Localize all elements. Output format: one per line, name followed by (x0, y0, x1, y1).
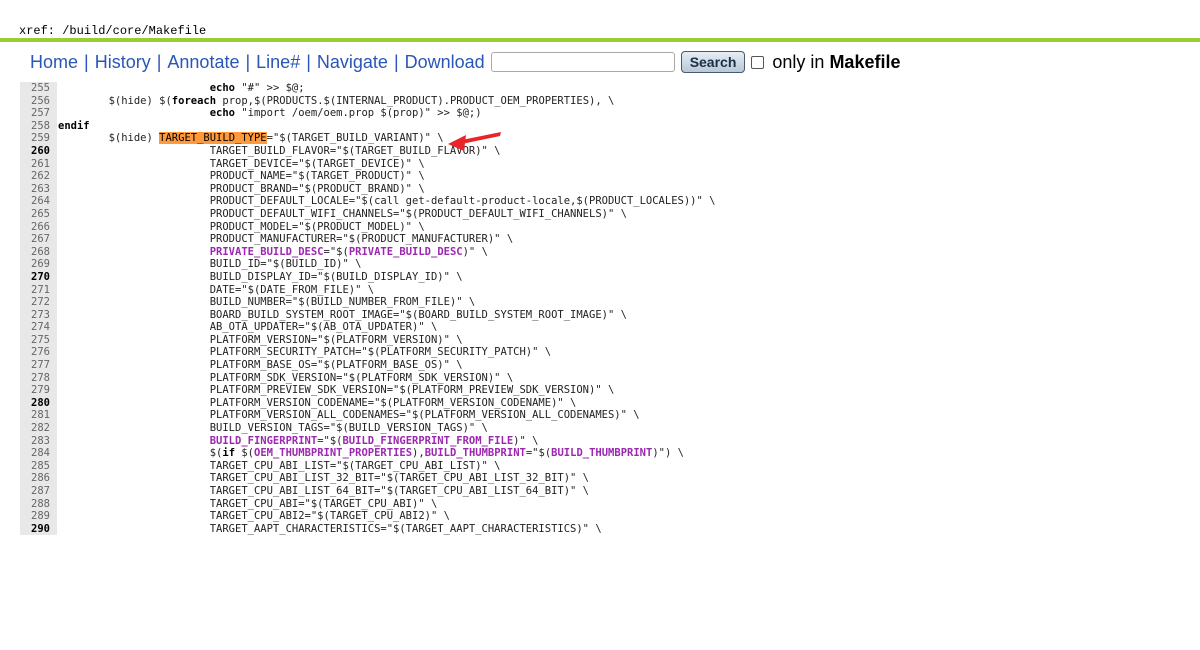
annotation-arrow-icon (448, 132, 501, 151)
